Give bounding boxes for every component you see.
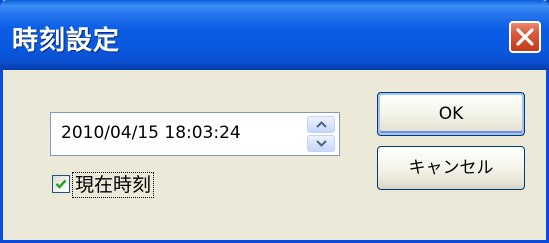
current-time-checkbox[interactable] bbox=[52, 175, 70, 193]
chevron-down-icon bbox=[316, 140, 327, 147]
dialog-title: 時刻設定 bbox=[12, 26, 121, 56]
spin-up-button[interactable] bbox=[307, 116, 335, 133]
spin-down-button[interactable] bbox=[307, 135, 335, 152]
cancel-button[interactable]: キャンセル bbox=[377, 146, 525, 190]
current-time-label[interactable]: 現在時刻 bbox=[72, 172, 155, 198]
close-icon bbox=[516, 28, 534, 46]
ok-button[interactable]: OK bbox=[377, 92, 525, 136]
chevron-up-icon bbox=[316, 121, 327, 128]
datetime-picker[interactable]: 2010/04/15 18:03:24 bbox=[50, 112, 340, 156]
title-bar[interactable]: 時刻設定 bbox=[0, 0, 549, 70]
checkmark-icon bbox=[55, 179, 67, 189]
close-button[interactable] bbox=[509, 21, 541, 53]
time-setting-dialog: 時刻設定 2010/04/15 18:03:24 現在時刻 OK キャンセル bbox=[0, 0, 549, 243]
datetime-spinner[interactable] bbox=[307, 116, 335, 152]
datetime-value[interactable]: 2010/04/15 18:03:24 bbox=[61, 123, 241, 143]
